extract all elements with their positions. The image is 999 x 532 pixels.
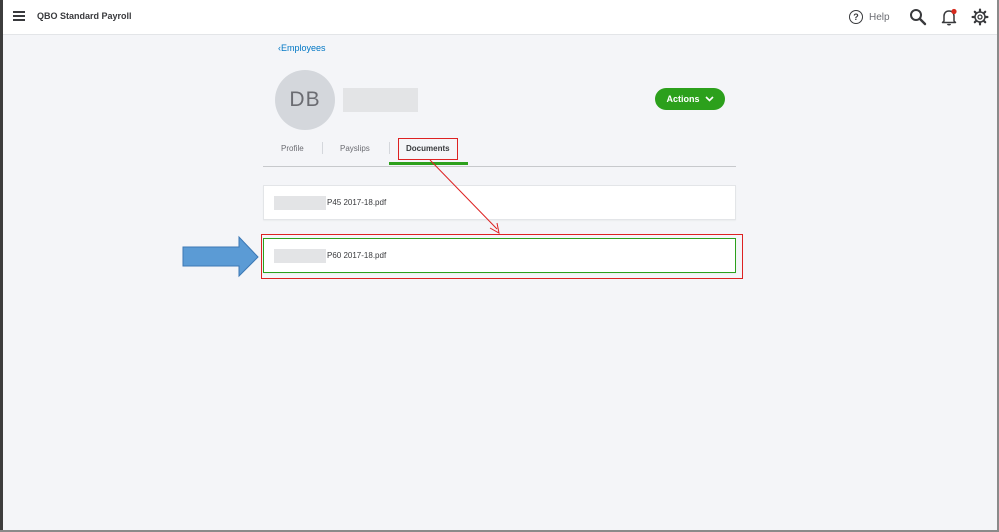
active-tab-indicator [389,162,468,165]
help-button[interactable]: ? Help [849,9,890,25]
gear-icon[interactable] [971,8,989,26]
chevron-down-icon [704,96,714,102]
avatar-initials: DB [289,88,321,111]
annotation-box-p60-row [261,234,743,279]
employee-tabs: Profile Payslips Documents [263,138,736,167]
employee-name-redacted [343,88,418,112]
back-link-label: Employees [281,43,326,53]
app-title: QBO Standard Payroll [37,11,132,21]
tab-payslips[interactable]: Payslips [340,144,370,153]
hamburger-menu-icon[interactable] [13,11,25,21]
help-circle-icon: ? [849,10,863,24]
annotation-box-documents-tab [398,138,458,160]
actions-label: Actions [666,94,700,104]
annotation-blue-arrow-icon [182,235,259,278]
bell-icon[interactable] [940,8,958,26]
search-icon[interactable] [909,8,927,26]
help-label: Help [869,11,890,23]
employee-avatar: DB [275,70,335,130]
window-frame-left [0,0,3,532]
document-name: P45 2017-18.pdf [327,198,387,207]
actions-button[interactable]: Actions [655,88,725,110]
tab-divider [389,142,390,154]
tab-divider [322,142,323,154]
top-bar: QBO Standard Payroll ? Help [3,0,997,35]
document-item-p45[interactable]: P45 2017-18.pdf [263,185,736,220]
document-prefix-redacted [274,196,326,210]
back-to-employees-link[interactable]: ‹Employees [278,43,326,53]
notification-dot [951,8,957,15]
annotation-red-arrow-head [489,222,500,234]
tab-profile[interactable]: Profile [281,144,304,153]
